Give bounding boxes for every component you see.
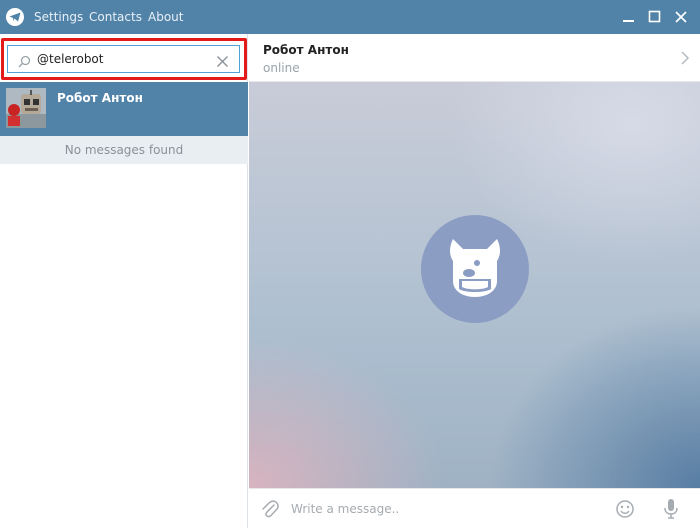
title-bar: Settings Contacts About bbox=[0, 0, 700, 34]
paperclip-icon[interactable] bbox=[261, 499, 279, 523]
chat-header[interactable]: Робот Антон online bbox=[249, 34, 700, 82]
avatar bbox=[6, 88, 46, 128]
compose-bar bbox=[249, 488, 700, 528]
search-box[interactable] bbox=[7, 45, 240, 73]
chevron-right-icon[interactable] bbox=[680, 50, 690, 70]
menu-about[interactable]: About bbox=[148, 10, 183, 24]
microphone-icon[interactable] bbox=[663, 498, 679, 524]
chat-header-status: online bbox=[263, 61, 300, 75]
chat-background bbox=[249, 82, 700, 488]
minimize-icon[interactable] bbox=[621, 9, 637, 25]
chat-header-name: Робот Антон bbox=[263, 43, 349, 57]
search-input[interactable] bbox=[37, 50, 207, 68]
search-icon bbox=[18, 53, 31, 72]
no-messages-label: No messages found bbox=[0, 136, 248, 164]
menu-contacts[interactable]: Contacts bbox=[89, 10, 142, 24]
clear-icon[interactable] bbox=[216, 53, 229, 72]
message-input[interactable] bbox=[291, 499, 591, 519]
chat-list-item[interactable]: Робот Антон bbox=[0, 82, 248, 136]
telegram-logo-icon bbox=[6, 8, 24, 26]
left-panel: Робот Антон No messages found bbox=[0, 34, 248, 528]
maximize-icon[interactable] bbox=[647, 9, 663, 25]
menu-settings[interactable]: Settings bbox=[34, 10, 83, 24]
chat-list-item-name: Робот Антон bbox=[57, 91, 143, 105]
close-icon[interactable] bbox=[673, 9, 689, 25]
emoji-icon[interactable] bbox=[615, 499, 635, 523]
dog-logo-icon bbox=[421, 215, 529, 323]
